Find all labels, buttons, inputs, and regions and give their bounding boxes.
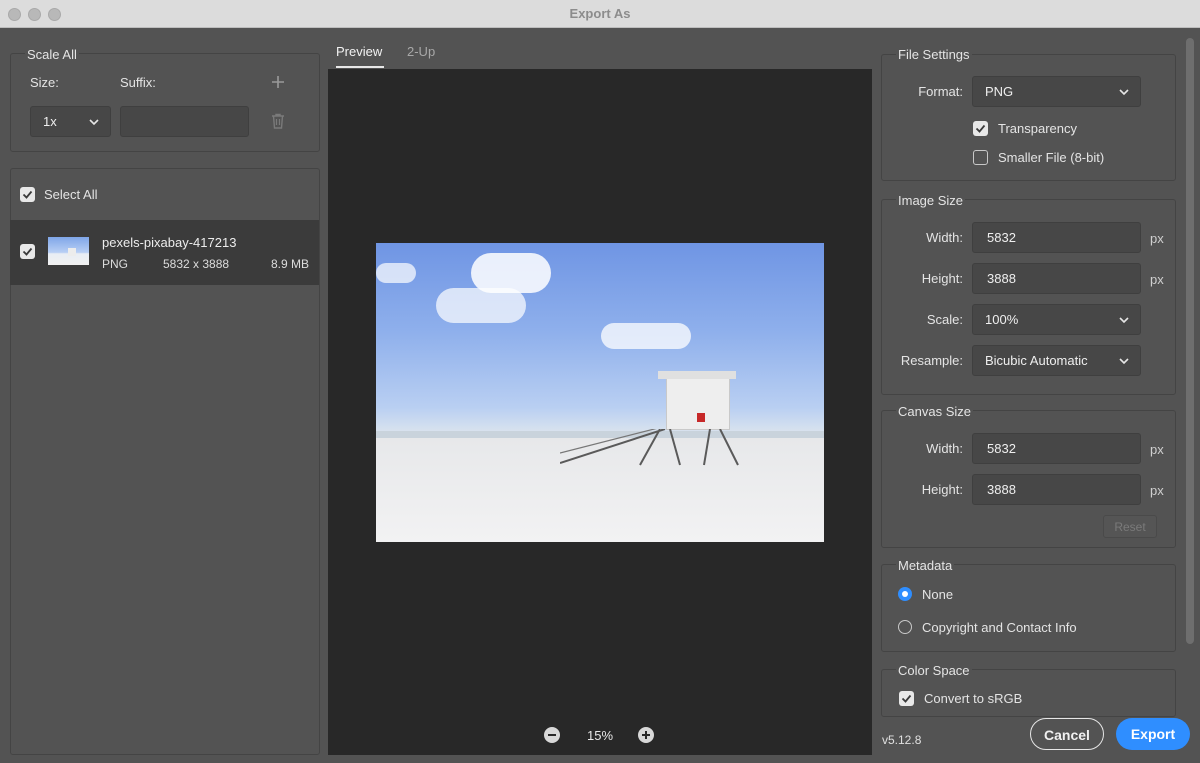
tab-2-up[interactable]: 2-Up bbox=[407, 44, 435, 59]
format-label: Format: bbox=[918, 84, 963, 99]
file-dimensions: 5832 x 3888 bbox=[163, 257, 230, 271]
zoom-in-icon[interactable] bbox=[638, 727, 654, 743]
file-name: pexels-pixabay-417213 bbox=[102, 235, 237, 250]
trash-icon[interactable] bbox=[269, 112, 287, 130]
file-thumbnail bbox=[48, 237, 89, 265]
canvas-height-label: Height: bbox=[921, 482, 963, 497]
image-height-unit: px bbox=[1150, 272, 1164, 287]
size-label: Size: bbox=[30, 75, 59, 90]
scale-value: 100% bbox=[985, 312, 1019, 327]
canvas-size-title: Canvas Size bbox=[896, 404, 973, 419]
image-width-unit: px bbox=[1150, 231, 1164, 246]
metadata-none-radio[interactable] bbox=[898, 587, 912, 601]
format-dropdown[interactable]: PNG bbox=[972, 76, 1141, 107]
chevron-down-icon bbox=[1119, 89, 1129, 96]
scale-dropdown[interactable]: 100% bbox=[972, 304, 1141, 335]
settings-scrollbar[interactable] bbox=[1186, 38, 1194, 644]
file-list-item[interactable]: pexels-pixabay-417213 PNG 5832 x 3888 8.… bbox=[10, 220, 319, 285]
file-size: 8.9 MB bbox=[270, 257, 309, 271]
suffix-input[interactable] bbox=[120, 106, 249, 137]
file-format: PNG bbox=[102, 257, 129, 271]
metadata-copyright-radio[interactable] bbox=[898, 620, 912, 634]
color-space-title: Color Space bbox=[896, 663, 972, 678]
smaller-file-checkbox[interactable] bbox=[973, 150, 988, 165]
image-height-label: Height: bbox=[921, 271, 963, 286]
add-scale-icon[interactable] bbox=[270, 74, 286, 90]
metadata-panel bbox=[881, 564, 1176, 652]
image-size-title: Image Size bbox=[896, 193, 966, 208]
reset-button[interactable]: Reset bbox=[1103, 515, 1157, 538]
transparency-label: Transparency bbox=[998, 121, 1077, 136]
export-button[interactable]: Export bbox=[1116, 718, 1190, 750]
image-width-label: Width: bbox=[926, 230, 963, 245]
cancel-button[interactable]: Cancel bbox=[1030, 718, 1104, 750]
select-all-checkbox[interactable] bbox=[20, 187, 35, 202]
preview-canvas[interactable]: 15% bbox=[328, 69, 872, 755]
canvas-height-input[interactable]: 3888 bbox=[972, 474, 1141, 505]
select-all-label: Select All bbox=[44, 187, 98, 202]
canvas-width-unit: px bbox=[1150, 442, 1164, 457]
tab-preview[interactable]: Preview bbox=[336, 44, 382, 59]
image-height-input[interactable]: 3888 bbox=[972, 263, 1141, 294]
canvas-width-label: Width: bbox=[926, 441, 963, 456]
image-width-input[interactable]: 5832 bbox=[972, 222, 1141, 253]
metadata-none-label: None bbox=[922, 587, 954, 602]
convert-srgb-label: Convert to sRGB bbox=[924, 691, 1023, 706]
scale-all-panel bbox=[10, 53, 320, 152]
chevron-down-icon bbox=[89, 119, 99, 126]
resample-value: Bicubic Automatic bbox=[985, 353, 1088, 368]
convert-srgb-checkbox[interactable] bbox=[899, 691, 914, 706]
active-tab-indicator bbox=[336, 66, 384, 68]
scale-label: Scale: bbox=[926, 312, 963, 327]
version-label: v5.12.8 bbox=[882, 733, 922, 747]
window-title: Export As bbox=[569, 6, 631, 21]
metadata-copyright-label: Copyright and Contact Info bbox=[922, 620, 1077, 635]
canvas-height-unit: px bbox=[1150, 483, 1164, 498]
scale-size-dropdown[interactable]: 1x bbox=[30, 106, 111, 137]
transparency-checkbox[interactable] bbox=[973, 121, 988, 136]
zoom-out-icon[interactable] bbox=[544, 727, 560, 743]
smaller-file-label: Smaller File (8-bit) bbox=[998, 150, 1105, 165]
chevron-down-icon bbox=[1119, 358, 1129, 365]
canvas-width-input[interactable]: 5832 bbox=[972, 433, 1141, 464]
resample-dropdown[interactable]: Bicubic Automatic bbox=[972, 345, 1141, 376]
suffix-label: Suffix: bbox=[120, 75, 156, 90]
chevron-down-icon bbox=[1119, 317, 1129, 324]
format-value: PNG bbox=[985, 84, 1014, 99]
scale-all-title: Scale All bbox=[25, 47, 79, 62]
resample-label: Resample: bbox=[900, 353, 963, 368]
zoom-level: 15% bbox=[587, 728, 614, 743]
file-item-checkbox[interactable] bbox=[20, 244, 35, 259]
preview-image bbox=[376, 243, 824, 542]
file-settings-title: File Settings bbox=[896, 47, 972, 62]
scale-size-value: 1x bbox=[43, 114, 57, 129]
metadata-title: Metadata bbox=[896, 558, 955, 573]
window-titlebar: Export As bbox=[0, 0, 1200, 28]
